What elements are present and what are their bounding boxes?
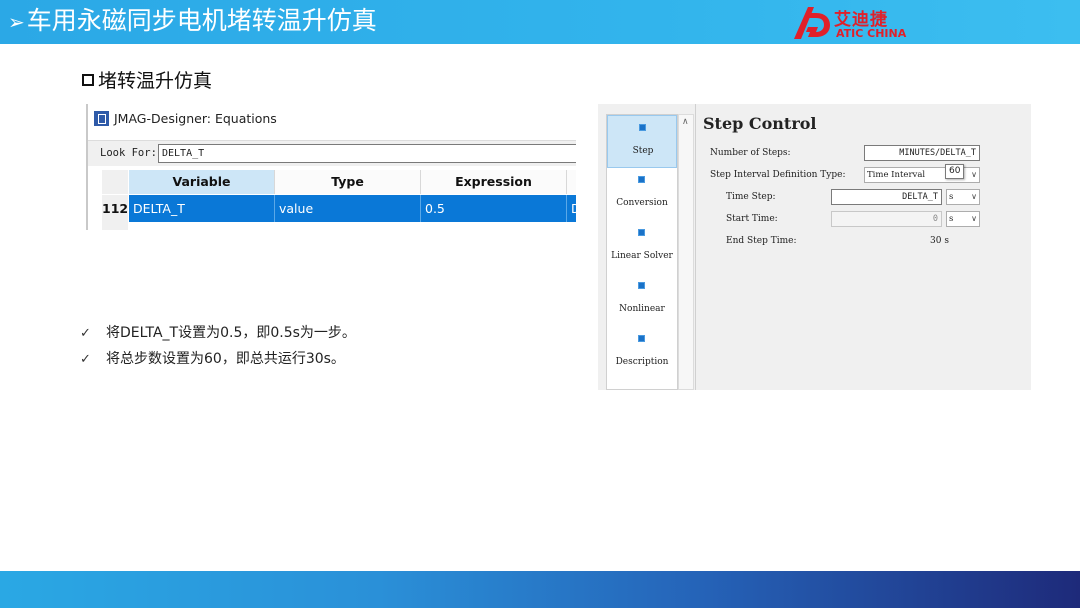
column-header-variable[interactable]: Variable [129,170,275,194]
start-time-unit-select[interactable]: s ∨ [946,211,980,227]
section-title-text: 堵转温升仿真 [98,70,213,92]
number-of-steps-input[interactable]: MINUTES/DELTA_T [864,145,980,161]
table-row-number[interactable]: 112 [102,195,128,222]
equations-window-titlebar: JMAG-Designer: Equations [94,108,277,130]
look-for-label: Look For: [100,147,157,159]
column-header-more[interactable] [567,170,576,194]
chevron-down-icon: ∨ [971,170,977,179]
nav-item-label: Nonlinear [619,304,665,314]
time-step-unit: s [949,192,954,202]
company-logo: 艾迪捷 ATIC CHINA [792,5,912,41]
section-title: 堵转温升仿真 [82,68,212,94]
time-step-input[interactable]: DELTA_T [831,189,942,205]
interval-type-value: Time Interval [867,170,926,180]
cell-extra[interactable]: D [567,195,576,222]
checkmark-icon: ✓ [80,352,91,367]
look-for-input[interactable]: DELTA_T [158,144,576,163]
jmag-app-icon [94,111,109,126]
nav-item-label: Description [615,357,669,367]
start-time-input: 0 [831,211,942,227]
nav-scrollbar[interactable]: ∧ [678,114,694,390]
nav-bullet-icon [638,176,645,183]
nav-item-linear-solver[interactable]: Linear Solver [607,221,677,274]
list-item: ✓ 将DELTA_T设置为0.5，即0.5s为一步。 [80,322,356,348]
slide-title: ➢车用永磁同步电机堵转温升仿真 [8,4,377,39]
chevron-down-icon: ∨ [971,214,977,223]
end-time-value: 30 s [930,236,949,246]
logo-text-english: ATIC CHINA [836,27,907,40]
nav-bullet-icon [638,229,645,236]
start-time-label: Start Time: [726,214,778,224]
nav-item-label: Conversion [616,198,668,208]
atic-logo-icon [794,7,830,39]
time-step-unit-select[interactable]: s ∨ [946,189,980,205]
notes-list: ✓ 将DELTA_T设置为0.5，即0.5s为一步。 ✓ 将总步数设置为60，即总共… [80,322,356,374]
table-corner [102,170,128,194]
nav-item-conversion[interactable]: Conversion [607,168,677,221]
equations-window-title: JMAG-Designer: Equations [114,111,277,126]
time-step-label: Time Step: [726,192,776,202]
nav-item-step[interactable]: Step [607,115,677,168]
interval-type-label: Step Interval Definition Type: [710,170,846,180]
step-control-title: Step Control [703,114,817,133]
list-item: ✓ 将总步数设置为60，即总共运行30s。 [80,348,356,374]
nav-item-nonlinear[interactable]: Nonlinear [607,274,677,327]
number-of-steps-label: Number of Steps: [710,148,791,158]
checkmark-icon: ✓ [80,326,91,341]
step-control-content: Step Control Number of Steps: MINUTES/DE… [695,104,1031,390]
table-gutter-below [102,222,128,230]
note-text: 将总步数设置为60，即总共运行30s。 [106,351,345,367]
end-time-label: End Step Time: [726,236,797,246]
nav-item-label: Linear Solver [611,251,673,261]
step-control-nav: Step Conversion Linear Solver Nonlinear … [606,114,678,390]
nav-item-label: Step [632,146,654,156]
value-tooltip: 60 [945,164,965,179]
nav-bullet-icon [638,282,645,289]
equations-window: JMAG-Designer: Equations Look For: DELTA… [86,104,576,230]
column-header-type[interactable]: Type [275,170,421,194]
column-header-expression[interactable]: Expression [421,170,567,194]
note-text: 将DELTA_T设置为0.5，即0.5s为一步。 [106,325,356,341]
nav-item-description[interactable]: Description [607,327,677,380]
footer-bar [0,571,1080,608]
cell-type[interactable]: value [275,195,421,222]
scroll-up-icon[interactable]: ∧ [682,117,689,127]
header-bar: ➢车用永磁同步电机堵转温升仿真 艾迪捷 ATIC CHINA [0,0,1080,44]
slide-title-text: 车用永磁同步电机堵转温升仿真 [26,6,377,35]
start-time-unit: s [949,214,954,224]
step-control-window: Step Conversion Linear Solver Nonlinear … [598,104,1031,390]
arrow-bullet-icon: ➢ [8,10,25,34]
square-bullet-icon [82,74,94,86]
nav-bullet-icon [639,124,646,131]
chevron-down-icon: ∨ [971,192,977,201]
cell-expression[interactable]: 0.5 [421,195,567,222]
nav-bullet-icon [638,335,645,342]
look-for-bar: Look For: DELTA_T [88,140,576,166]
cell-variable[interactable]: DELTA_T [129,195,275,222]
